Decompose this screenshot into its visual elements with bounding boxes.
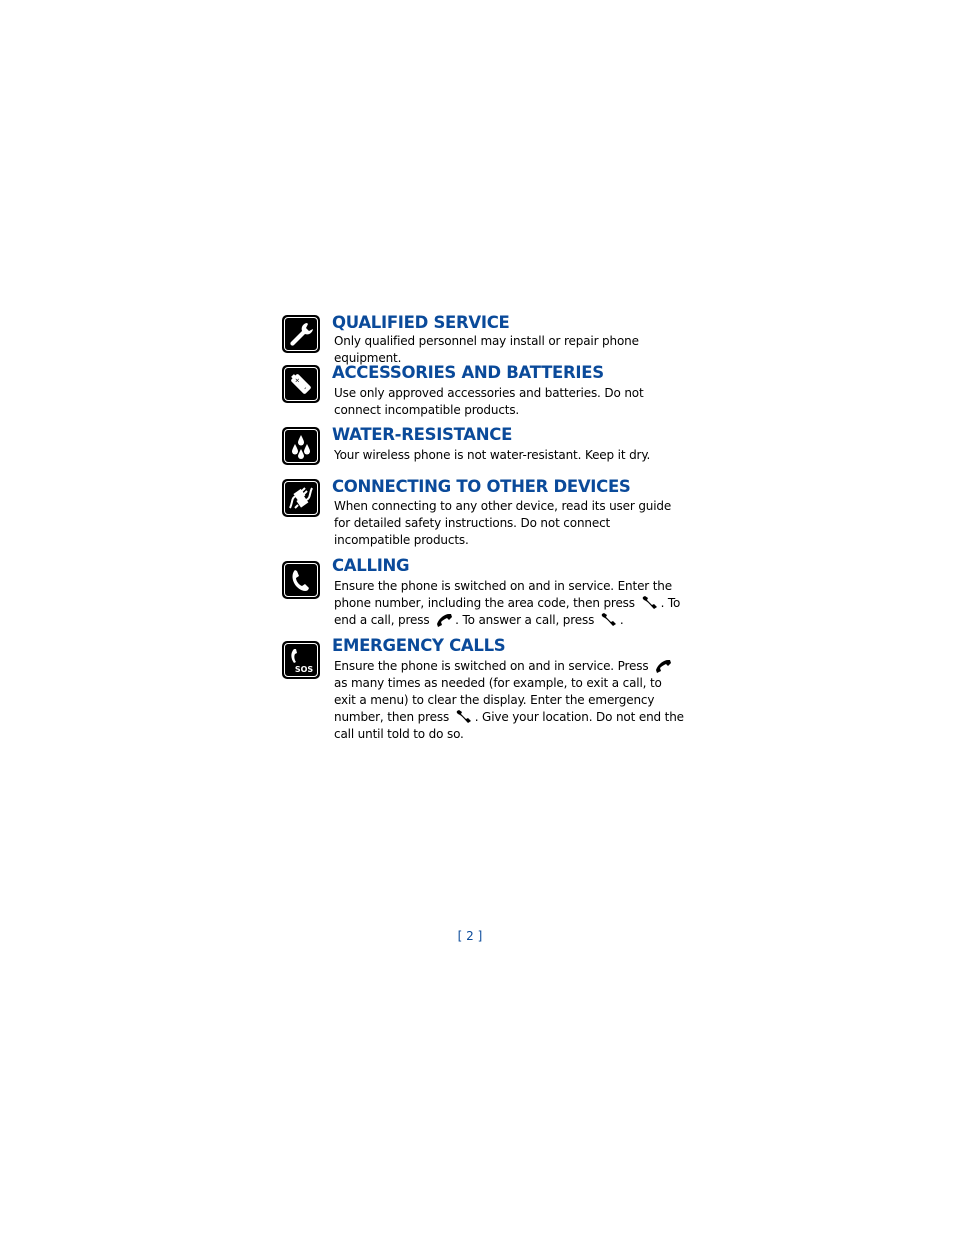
section-body: Your wireless phone is not water-resista… <box>334 448 651 462</box>
end-key-icon <box>437 614 453 627</box>
body-text: . To answer a call, press <box>455 613 598 627</box>
section-body: When connecting to any other device, rea… <box>334 499 672 547</box>
end-key-icon <box>656 660 672 673</box>
section-title: QUALIFIED SERVICE <box>332 313 510 332</box>
section-body: Ensure the phone is switched on and in s… <box>334 658 686 743</box>
section-title: CONNECTING TO OTHER DEVICES <box>332 477 631 496</box>
water-drops-icon <box>282 427 320 465</box>
battery-icon: + - <box>282 365 320 403</box>
talk-key-icon <box>642 596 657 609</box>
phone-handset-icon <box>282 561 320 599</box>
section-title: WATER-RESISTANCE <box>332 425 513 444</box>
body-text: . <box>619 613 624 627</box>
plug-icon <box>282 479 320 517</box>
body-text: Ensure the phone is switched on and in s… <box>334 579 672 610</box>
section-title: EMERGENCY CALLS <box>332 636 506 655</box>
wrench-icon <box>282 315 320 353</box>
talk-key-icon <box>456 710 471 723</box>
section-body: Only qualified personnel may install or … <box>334 334 639 365</box>
section-body: Use only approved accessories and batter… <box>334 386 644 417</box>
sos-phone-icon: SOS <box>282 641 320 679</box>
page-number: [ 2 ] <box>457 929 483 943</box>
section-body: Ensure the phone is switched on and in s… <box>334 578 686 629</box>
sos-label: SOS <box>295 665 314 674</box>
section-title: ACCESSORIES AND BATTERIES <box>332 363 604 382</box>
section-title: CALLING <box>332 556 410 575</box>
body-text: Ensure the phone is switched on and in s… <box>334 659 653 673</box>
talk-key-icon <box>601 613 616 626</box>
